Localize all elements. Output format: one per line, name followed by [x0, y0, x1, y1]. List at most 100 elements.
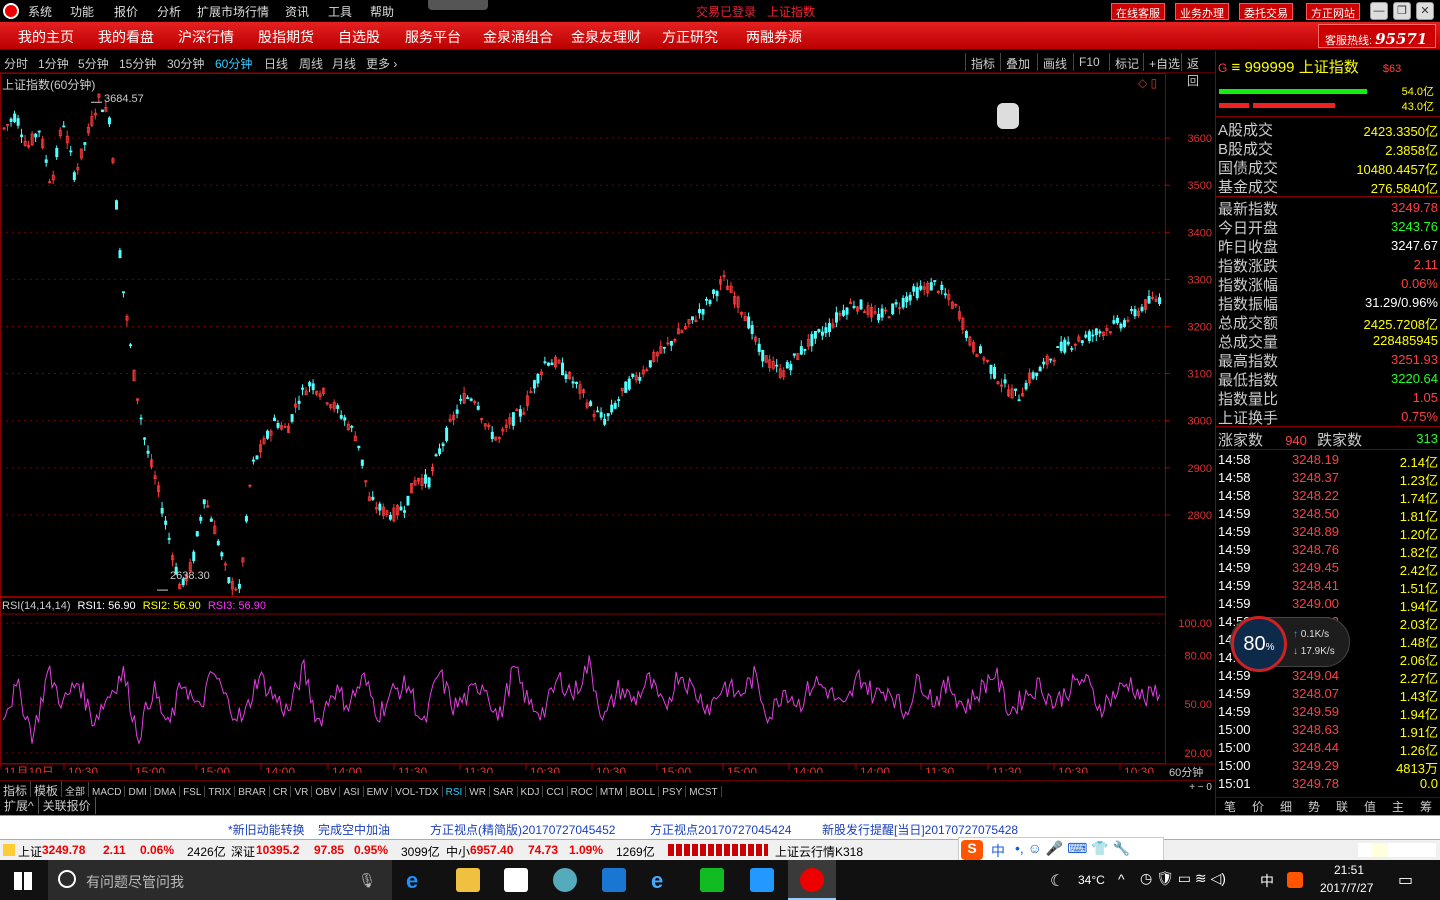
founder-app-taskbar[interactable] [788, 860, 836, 900]
kline-chart[interactable]: 2800 2900 3000 3100 3200 3300 3400 3500 3600 20.0… [0, 73, 1215, 779]
ime-mode[interactable]: 中 [991, 841, 1005, 861]
period-more[interactable]: 更多 › [366, 55, 397, 72]
menu-icon[interactable]: ≡ [1232, 59, 1241, 76]
add-watchlist-button[interactable]: +自选 [1143, 53, 1185, 71]
menu-quote[interactable]: 报价 [114, 3, 138, 20]
draw-button[interactable]: 画线 [1037, 53, 1072, 71]
period-60min[interactable]: 60分钟 [215, 55, 252, 72]
ime-indicator[interactable]: 中 [1260, 871, 1274, 891]
period-month[interactable]: 月线 [332, 55, 356, 72]
nav-service[interactable]: 服务平台 [405, 27, 461, 47]
period-15min[interactable]: 15分钟 [119, 55, 156, 72]
menu-info[interactable]: 资讯 [285, 3, 309, 20]
sogou-icon[interactable]: S [961, 840, 983, 860]
rsi-tick-label: 100.00 [1178, 618, 1212, 630]
tick-row: 15:00 3248.44 1.26亿 [1218, 740, 1438, 758]
clock-date[interactable]: 2017/7/27 [1320, 881, 1373, 895]
nav-portfolio[interactable]: 金泉涌组合 [483, 27, 553, 47]
panel-tab[interactable]: 笔 [1216, 798, 1244, 815]
sogou-tray-icon[interactable] [1287, 872, 1303, 888]
nav-market[interactable]: 沪深行情 [178, 27, 234, 47]
stat-label: 今日开盘 [1218, 220, 1279, 237]
period-week[interactable]: 周线 [299, 55, 323, 72]
nav-margin[interactable]: 两融券源 [746, 27, 802, 47]
news-item[interactable]: 新股发行提醒[当日]20170727075428 [822, 821, 1018, 838]
period-5min[interactable]: 5分钟 [78, 55, 109, 72]
back-button[interactable]: 返回 [1181, 53, 1215, 88]
app-icon[interactable] [602, 868, 626, 892]
tick-row: 14:59 3249.45 2.42亿 [1218, 560, 1438, 578]
panel-tab[interactable]: 细 [1272, 798, 1300, 815]
nav-futures[interactable]: 股指期货 [258, 27, 314, 47]
period-30min[interactable]: 30分钟 [167, 55, 204, 72]
cloud-quote[interactable]: 上证云行情K318 [775, 843, 863, 860]
f10-button[interactable]: F10 [1073, 53, 1105, 71]
panel-tab[interactable]: 价 [1244, 798, 1272, 815]
online-service-button[interactable]: 在线客服 [1111, 3, 1165, 20]
period-timeshare[interactable]: 分时 [4, 55, 28, 72]
mic-icon[interactable]: 🎙 [358, 872, 376, 889]
news-item[interactable]: 完成空中加油 [318, 821, 390, 838]
store-icon[interactable] [504, 868, 528, 892]
clock-time[interactable]: 21:51 [1334, 863, 1364, 877]
panel-tab[interactable]: 主 [1384, 798, 1412, 815]
start-icon[interactable] [14, 872, 32, 890]
drag-grip[interactable] [428, 0, 488, 10]
menu-tools[interactable]: 工具 [328, 3, 352, 20]
news-item[interactable]: 方正视点(精简版)20170727045452 [430, 821, 615, 838]
menu-function[interactable]: 功能 [70, 3, 94, 20]
website-button[interactable]: 方正网站 [1306, 3, 1360, 20]
overlay-button[interactable]: 叠加 [1000, 53, 1035, 71]
news-item[interactable]: 方正视点20170727045424 [650, 821, 791, 838]
menu-extended-market[interactable]: 扩展市场行情 [197, 3, 269, 20]
period-day[interactable]: 日线 [264, 55, 288, 72]
tab-nav-controls[interactable]: + − 0 [1186, 781, 1215, 794]
panel-tab[interactable]: 筹 [1412, 798, 1440, 815]
chart-canvas[interactable]: 2800 2900 3000 3100 3200 3300 3400 3500 3600 20.0… [0, 73, 1215, 773]
network-speed-widget[interactable]: 80% ↑ 0.1K/s ↓ 17.9K/s [1230, 616, 1350, 672]
news-item[interactable]: *新旧动能转换 [228, 821, 305, 838]
extension-tab[interactable]: 关联报价 [39, 797, 96, 814]
browser-icon[interactable] [553, 868, 577, 892]
ime-tools-icon[interactable]: •, ☺ 🎤 ⌨ 👕 🔧 [1015, 840, 1130, 857]
extension-tab[interactable]: 扩展^ [0, 797, 39, 814]
notification-icon[interactable]: ▭ [1398, 870, 1413, 890]
candle-body [561, 362, 565, 376]
menu-help[interactable]: 帮助 [370, 3, 394, 20]
stat-label: 总成交量 [1218, 334, 1279, 351]
tray-chevron-icon[interactable]: ^ [1118, 871, 1125, 887]
close-icon[interactable]: ✕ [1416, 2, 1434, 20]
cortana-search[interactable]: 有问题尽管问我 🎙 [48, 860, 392, 900]
candle-body [9, 118, 13, 122]
nav-research[interactable]: 方正研究 [662, 27, 718, 47]
ie-icon[interactable]: e [651, 868, 675, 893]
candle-body [940, 284, 944, 291]
panel-tab[interactable]: 势 [1300, 798, 1328, 815]
period-1min[interactable]: 1分钟 [38, 55, 69, 72]
panel-tab[interactable]: 值 [1356, 798, 1384, 815]
menu-system[interactable]: 系统 [28, 3, 52, 20]
writer-icon[interactable] [750, 868, 774, 892]
index-code: 999999 [1244, 59, 1295, 76]
minimize-icon[interactable]: — [1370, 2, 1388, 20]
panel-tab[interactable]: 联 [1328, 798, 1356, 815]
nav-watchlist[interactable]: 自选股 [338, 27, 380, 47]
ime-toolbar[interactable]: S 中 •, ☺ 🎤 ⌨ 👕 🔧 [958, 837, 1164, 861]
tray-icons[interactable]: ◷ 🛡 ▭ ≋ ◁) [1140, 870, 1226, 887]
mark-button[interactable]: 标记 [1109, 53, 1144, 71]
business-button[interactable]: 业务办理 [1175, 3, 1229, 20]
nav-home[interactable]: 我的主页 [18, 27, 74, 47]
file-explorer-icon[interactable] [456, 868, 480, 892]
indicator-button[interactable]: 指标 [965, 53, 1000, 71]
zx-label: 中小 [446, 845, 471, 859]
sheets-icon[interactable] [700, 868, 724, 892]
status-tool-icons[interactable] [1358, 843, 1436, 857]
nav-my-board[interactable]: 我的看盘 [98, 27, 154, 47]
nav-finance[interactable]: 金泉友理财 [571, 27, 641, 47]
trade-button[interactable]: 委托交易 [1239, 3, 1293, 20]
menu-analysis[interactable]: 分析 [157, 3, 181, 20]
candle-body [1084, 334, 1088, 338]
edge-icon[interactable]: e [406, 868, 430, 893]
restore-icon[interactable]: ❐ [1393, 2, 1411, 20]
mouse-icon [997, 103, 1019, 129]
